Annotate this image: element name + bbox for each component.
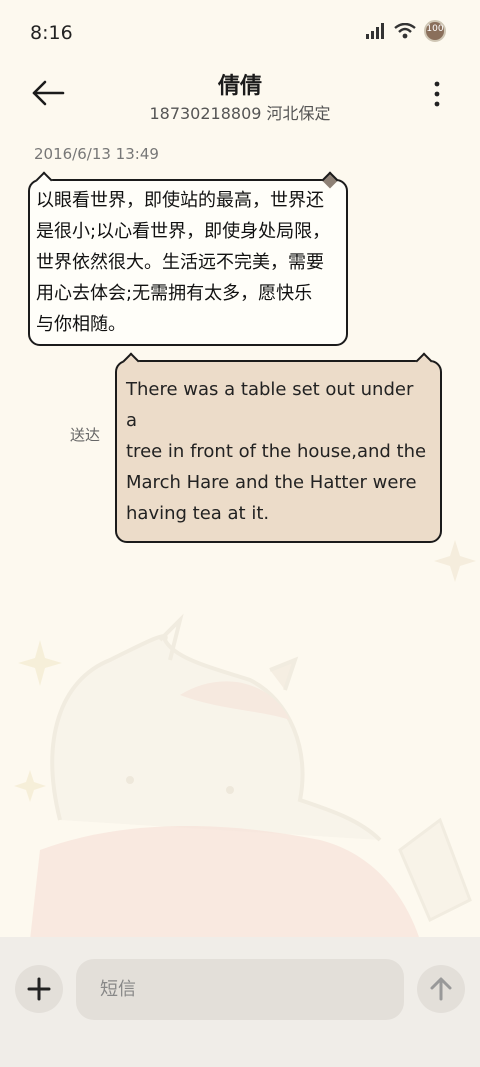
message-line: 世界依然很大。生活远不完美，需要 [36, 252, 324, 273]
more-vertical-icon[interactable] [430, 80, 444, 108]
message-line: 与你相随。 [36, 314, 126, 335]
signal-icon [366, 23, 384, 39]
message-line: 用心去体会;无需拥有太多，愿快乐 [36, 283, 313, 304]
add-attachment-button[interactable] [15, 965, 63, 1013]
message-line: March Hare and the Hatter were [126, 472, 417, 493]
sparkle-icon [18, 640, 62, 686]
bubble-ear-decoration [415, 352, 433, 370]
message-line: There was a table set out under a [126, 379, 414, 431]
message-line: 是很小;以心看世界，即使身处局限， [36, 221, 331, 242]
send-button[interactable] [417, 965, 465, 1013]
wifi-icon [394, 23, 416, 39]
plus-icon [27, 977, 51, 1001]
contact-name: 倩倩 [217, 74, 262, 99]
status-icons: 100 [366, 20, 446, 42]
incoming-message-bubble[interactable]: 以眼看世界，即使站的最高，世界还 是很小;以心看世界，即使身处局限， 世界依然很… [28, 171, 348, 346]
message-input[interactable] [76, 959, 404, 1020]
bubble-ear-decoration [122, 352, 140, 370]
status-bar: 8:16 100 [0, 0, 480, 64]
message-composer [0, 937, 480, 1067]
message-line: 以眼看世界，即使站的最高，世界还 [36, 190, 324, 211]
message-line: tree in front of the house,and the [126, 441, 427, 462]
outgoing-message-bubble[interactable]: There was a table set out under a tree i… [115, 352, 442, 543]
background-illustration [14, 540, 476, 940]
contact-detail: 18730218809 河北保定 [149, 104, 331, 123]
sparkle-icon [14, 770, 46, 802]
send-arrow-icon [430, 977, 452, 1001]
battery-level: 100 [426, 24, 444, 34]
conversation-header: 倩倩 18730218809 河北保定 [0, 64, 480, 134]
battery-icon: 100 [424, 20, 446, 42]
message-timestamp: 2016/6/13 13:49 [34, 145, 159, 163]
delivery-status: 送达 [70, 426, 101, 444]
sparkle-icon [434, 540, 476, 582]
status-time: 8:16 [30, 22, 73, 44]
